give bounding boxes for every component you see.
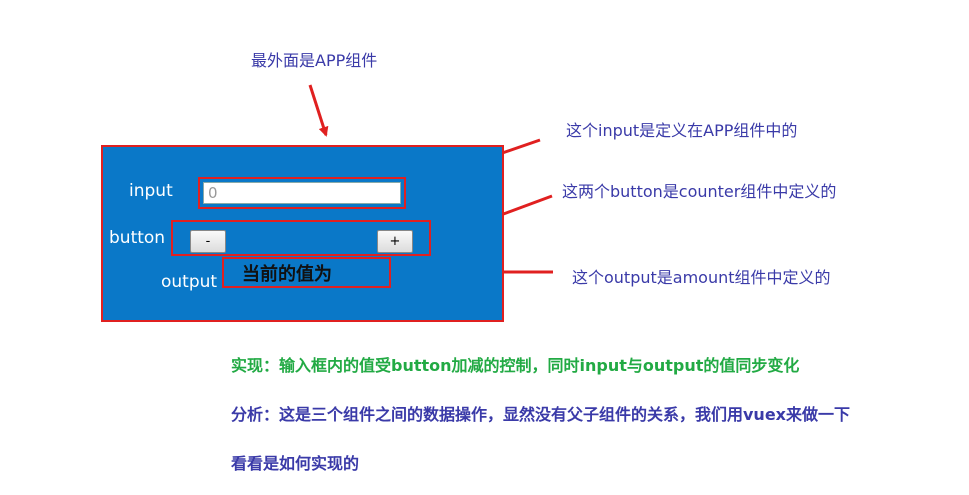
arrow-to-app [308,84,329,137]
app-note: 最外面是APP组件 [251,51,378,70]
description-line2: 分析：这是三个组件之间的数据操作，显然没有父子组件的关系，我们用vuex来做一下 [231,405,850,424]
input-note: 这个input是定义在APP组件中的 [566,121,798,140]
output-highlight: 当前的值为 [222,257,391,288]
output-note: 这个output是amount组件中定义的 [572,268,831,287]
input-highlight [198,177,406,209]
increment-button[interactable]: + [377,230,413,253]
buttons-highlight: - + [171,220,431,256]
description-line1: 实现：输入框内的值受button加减的控制，同时input与output的值同步… [231,356,800,375]
description-line3: 看看是如何实现的 [231,454,360,473]
input-label: input [129,181,173,201]
button-note: 这两个button是counter组件中定义的 [562,182,837,201]
button-label: button [109,228,166,248]
output-value: 当前的值为 [242,264,332,285]
output-label: output [161,272,218,292]
decrement-button[interactable]: - [190,230,226,253]
value-input[interactable] [203,182,401,204]
